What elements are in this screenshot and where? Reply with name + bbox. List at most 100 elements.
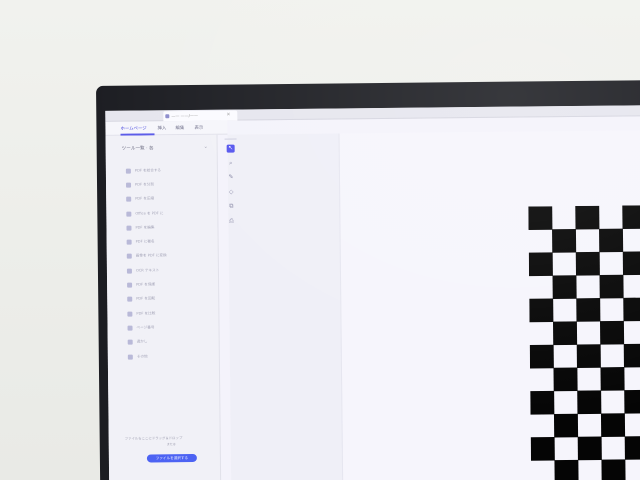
- checker-square: [601, 459, 626, 480]
- checker-square: [622, 205, 640, 229]
- menu-edit[interactable]: 編集: [175, 125, 184, 131]
- number-icon: [127, 325, 133, 331]
- pen-tool[interactable]: ✎: [227, 174, 235, 182]
- checker-square: [530, 437, 555, 461]
- sidebar-item-label: PDF を保護: [136, 282, 156, 287]
- office-icon: [126, 211, 132, 217]
- monitor-bezel: —— ——/—— × ホームページ 挿入 編集 表示 ツール一覧 · 各 ⌄ P…: [96, 80, 640, 480]
- tools-sidebar: ツール一覧 · 各 ⌄ PDF を結合する PDF を分割 PDF を圧縮 Offic…: [105, 134, 222, 480]
- favicon-icon: [165, 114, 170, 119]
- stamp-tool[interactable]: ⎙: [227, 217, 235, 225]
- sidebar-item[interactable]: 透かし: [127, 335, 168, 350]
- merge-icon: [125, 168, 131, 174]
- checkerboard-image: [528, 205, 640, 480]
- sidebar-item-label: OCR テキスト: [135, 268, 160, 273]
- sidebar-item[interactable]: PDF を分割: [126, 178, 166, 193]
- drop-hint: ファイルをここにドラッグ＆ドロップ: [124, 436, 183, 441]
- sidebar-item[interactable]: その他: [127, 349, 168, 364]
- more-icon: [127, 354, 133, 360]
- checker-square: [554, 459, 579, 480]
- checker-square: [599, 228, 624, 253]
- select-tool[interactable]: ↖: [226, 144, 235, 153]
- browser-tab-title: —— ——/——: [171, 112, 198, 119]
- lock-icon: [127, 282, 133, 288]
- split-icon: [126, 182, 132, 188]
- sidebar-item[interactable]: OCR テキスト: [126, 263, 167, 278]
- menu-home[interactable]: ホームページ: [120, 125, 146, 131]
- sidebar-item[interactable]: 画像を PDF に変換: [126, 249, 167, 264]
- checker-square: [552, 321, 578, 346]
- checker-square: [552, 275, 577, 299]
- edit-icon: [126, 225, 132, 231]
- checker-square: [530, 390, 555, 415]
- checker-square: [529, 298, 554, 323]
- canvas-area[interactable]: [227, 130, 640, 480]
- checker-square: [623, 297, 640, 322]
- checker-square: [552, 229, 577, 253]
- tab-close-icon[interactable]: ×: [226, 112, 230, 118]
- ocr-icon: [126, 268, 132, 274]
- sidebar-item-label: その他: [136, 353, 148, 359]
- chevron-icon[interactable]: ⌄: [204, 144, 208, 150]
- checker-square: [528, 252, 553, 277]
- sidebar-item[interactable]: Office を PDF に: [126, 206, 166, 221]
- checker-square: [600, 413, 626, 437]
- browser-tab-bar: —— ——/—— ×: [105, 105, 640, 122]
- checker-square: [575, 251, 600, 276]
- sidebar-item-label: PDF を分割: [135, 182, 154, 187]
- checker-square: [577, 436, 602, 461]
- checker-square: [528, 206, 553, 230]
- checker-square: [599, 320, 625, 345]
- zoom-tool[interactable]: ⌕: [227, 159, 235, 167]
- drop-hint-or: または: [166, 442, 176, 447]
- checker-square: [624, 389, 640, 414]
- sign-icon: [126, 239, 132, 245]
- checker-square: [576, 298, 601, 322]
- sidebar-item-label: PDF を回転: [136, 296, 156, 301]
- sidebar-item[interactable]: PDF を結合する: [125, 163, 166, 178]
- checker-square: [600, 367, 625, 391]
- menu-insert[interactable]: 挿入: [157, 125, 166, 131]
- watermark-icon: [127, 339, 133, 345]
- compress-icon: [126, 196, 132, 202]
- checker-square: [575, 205, 600, 230]
- checker-square: [529, 344, 554, 369]
- checker-square: [553, 413, 579, 438]
- sidebar-item[interactable]: ページ番号: [127, 321, 167, 336]
- sidebar-item-label: 透かし: [136, 339, 148, 344]
- sidebar-item[interactable]: PDF を圧縮: [126, 192, 166, 207]
- shape-tool[interactable]: ◇: [227, 188, 235, 196]
- sidebar-item-label: PDF を圧縮: [135, 196, 155, 201]
- checker-square: [622, 251, 640, 276]
- sidebar-item-label: PDF を結合する: [134, 167, 162, 173]
- sidebar-item-label: PDF を編集: [135, 225, 155, 230]
- sidebar-header: ツール一覧 · 各: [121, 146, 154, 152]
- checker-square: [623, 343, 640, 368]
- menu-view[interactable]: 表示: [194, 125, 203, 131]
- checker-square: [624, 436, 640, 460]
- app-menu: ホームページ 挿入 編集 表示: [105, 120, 228, 136]
- tool-divider: [224, 138, 237, 140]
- sidebar-item-label: PDF に署名: [135, 239, 155, 244]
- sidebar-item[interactable]: PDF を回転: [127, 292, 167, 307]
- sidebar-item-label: 画像を PDF に変換: [135, 253, 167, 259]
- canvas-side-panel: [227, 133, 344, 480]
- sidebar-item-label: PDF を比較: [136, 311, 156, 316]
- checker-square: [576, 344, 601, 368]
- select-file-button[interactable]: ファイルを選択する: [146, 453, 197, 463]
- sidebar-item[interactable]: PDF を保護: [127, 278, 167, 293]
- compare-icon: [127, 311, 133, 317]
- sidebar-item[interactable]: PDF に署名: [126, 235, 167, 250]
- checker-square: [599, 274, 624, 299]
- sidebar-item[interactable]: PDF を比較: [127, 306, 167, 321]
- sidebar-item-label: ページ番号: [136, 325, 155, 330]
- crop-tool[interactable]: ⧉: [227, 203, 235, 211]
- image-icon: [126, 254, 132, 260]
- checker-square: [553, 367, 578, 392]
- sidebar-item[interactable]: PDF を編集: [126, 220, 166, 235]
- screen: —— ——/—— × ホームページ 挿入 編集 表示 ツール一覧 · 各 ⌄ P…: [105, 105, 640, 480]
- checker-square: [577, 390, 602, 415]
- sidebar-list: PDF を結合する PDF を分割 PDF を圧縮 Office を PDF に PDF…: [125, 163, 168, 364]
- sidebar-item-label: Office を PDF に: [135, 210, 164, 216]
- rotate-icon: [127, 296, 133, 302]
